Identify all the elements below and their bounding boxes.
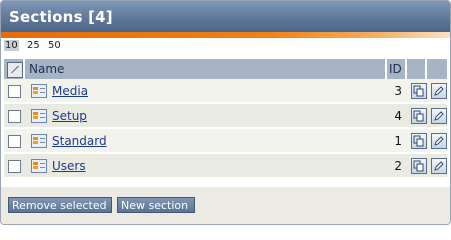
sections-table: Name ID Media 3 Setup 4 Standard 1 Users… [4,59,447,179]
edit-icon[interactable] [431,132,447,149]
column-header-id[interactable]: ID [387,59,407,79]
column-header-name[interactable]: Name [25,59,387,79]
column-header-edit [427,59,447,79]
page-size-option-10[interactable]: 10 [4,40,19,51]
new-section-button[interactable]: New section [117,197,195,213]
section-link-users[interactable]: Users [52,159,86,173]
remove-selected-button[interactable]: Remove selected [8,197,112,213]
page-size-option-50[interactable]: 50 [48,40,61,51]
section-icon [31,158,47,173]
row-checkbox[interactable] [8,109,21,123]
row-checkbox[interactable] [8,159,21,173]
copy-icon[interactable] [411,82,427,99]
section-id: 2 [387,154,407,179]
table-row: Media 3 [4,79,447,104]
edit-icon[interactable] [431,107,447,124]
copy-icon[interactable] [411,132,427,149]
select-all-icon[interactable] [7,62,23,78]
select-all-cell[interactable] [4,59,25,79]
page-size-option-25[interactable]: 25 [27,40,40,51]
panel-title: Sections [4] [9,8,113,26]
section-id: 4 [387,104,407,129]
table-row: Standard 1 [4,129,447,154]
section-icon [31,83,47,98]
panel-titlebar: Sections [4] [1,1,450,32]
section-id: 1 [387,129,407,154]
edit-icon[interactable] [431,82,447,99]
edit-icon[interactable] [431,157,447,174]
copy-icon[interactable] [411,107,427,124]
table-row: Users 2 [4,154,447,179]
sections-panel: Sections [4] 10 25 50 Name ID Media 3 Se… [0,0,451,225]
table-row: Setup 4 [4,104,447,129]
section-link-setup[interactable]: Setup [52,109,87,123]
copy-icon[interactable] [411,157,427,174]
page-size-selector: 10 25 50 [1,38,450,54]
section-icon [31,133,47,148]
row-checkbox[interactable] [8,84,21,98]
section-icon [31,108,47,123]
table-header-row: Name ID [4,59,447,79]
section-link-standard[interactable]: Standard [52,134,107,148]
section-link-media[interactable]: Media [52,84,88,98]
section-id: 3 [387,79,407,104]
row-checkbox[interactable] [8,134,21,148]
column-header-copy [407,59,427,79]
